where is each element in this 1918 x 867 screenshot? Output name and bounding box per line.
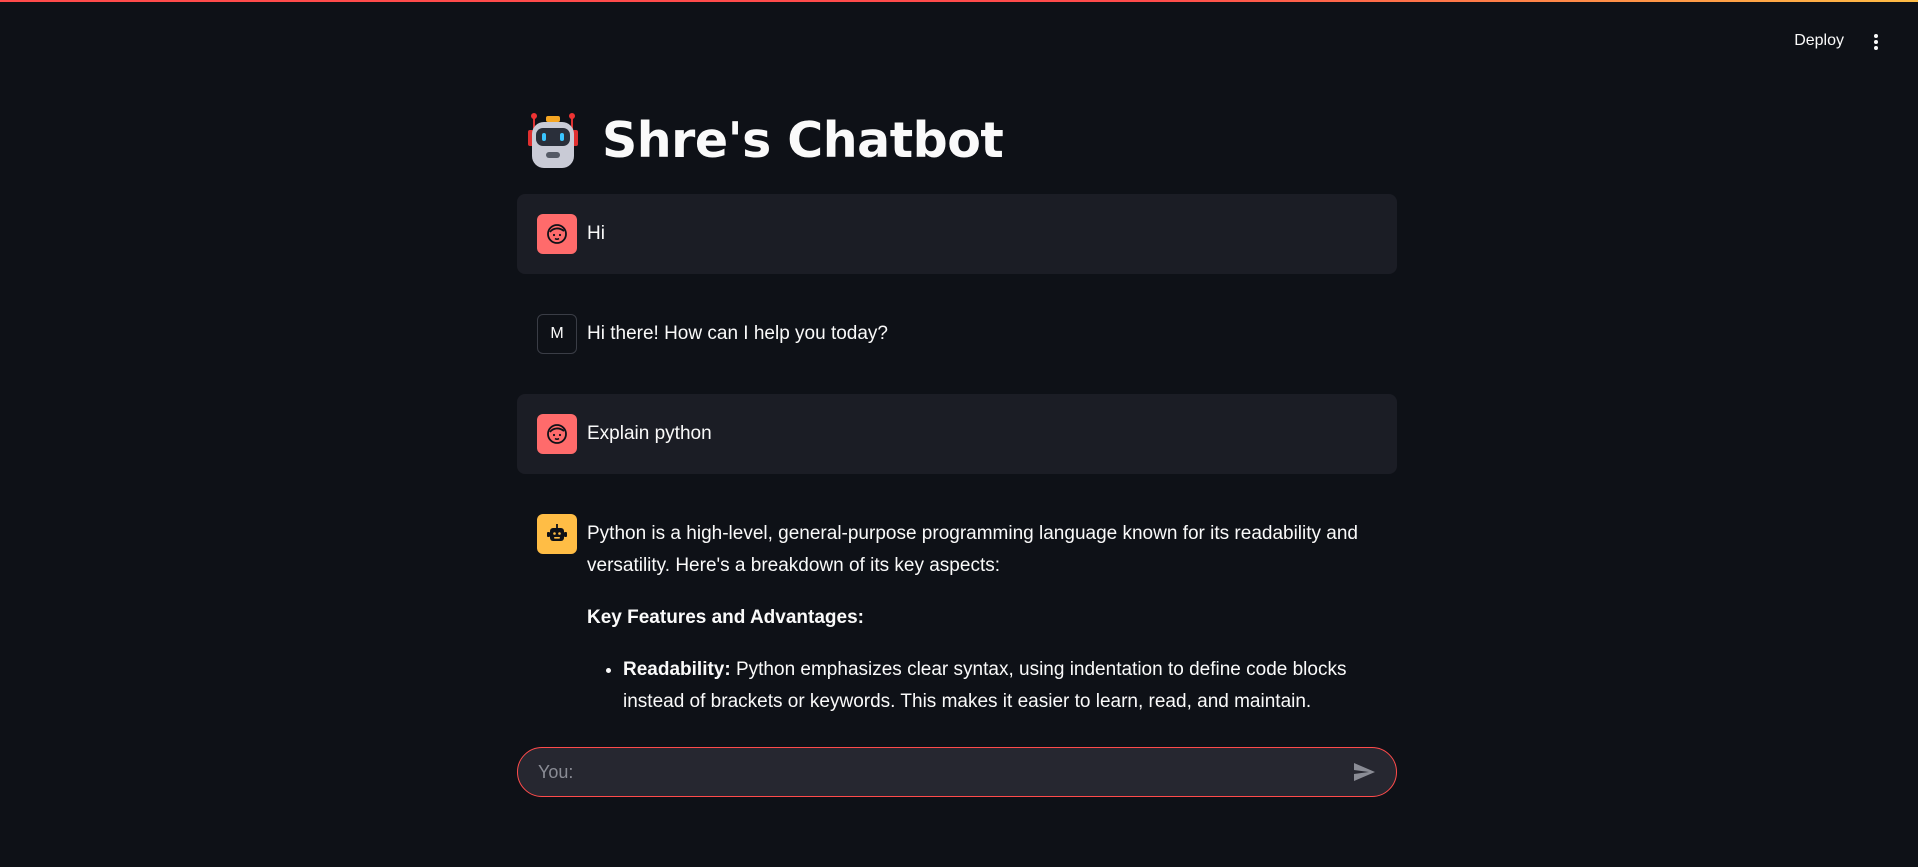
chat-message-model: M Hi there! How can I help you today? <box>517 294 1397 374</box>
chat-input-bar <box>517 747 1397 797</box>
section-heading: Key Features and Advantages: <box>587 607 864 628</box>
chat-message-user: Explain python <box>517 394 1397 474</box>
message-text: Explain python <box>587 423 712 444</box>
chat-input[interactable] <box>538 761 1350 783</box>
message-text: Hi there! How can I help you today? <box>587 323 889 344</box>
bullet-term: Readability: <box>623 659 731 680</box>
user-face-icon <box>537 414 577 454</box>
title-row: Shre's Chatbot <box>524 108 1004 172</box>
scroll-fade <box>517 712 1397 736</box>
bullet-desc: Python emphasizes clear syntax, using in… <box>623 659 1347 712</box>
kebab-menu-icon[interactable] <box>1868 30 1884 54</box>
message-text: Python is a high-level, general-purpose … <box>587 514 1377 718</box>
chat-message-assistant: Python is a high-level, general-purpose … <box>517 494 1397 728</box>
bullet-list: Readability: Python emphasizes clear syn… <box>587 654 1377 718</box>
chat-history[interactable]: Hi M Hi there! How can I help you today?… <box>517 194 1397 728</box>
model-avatar: M <box>537 314 577 354</box>
page-title: Shre's Chatbot <box>602 111 1004 169</box>
deploy-button[interactable]: Deploy <box>1788 28 1850 54</box>
robot-emoji-icon <box>528 113 578 168</box>
message-text: Hi <box>587 223 605 244</box>
send-arrow-icon[interactable] <box>1350 758 1378 786</box>
user-face-icon <box>537 214 577 254</box>
chat-message-user: Hi <box>517 194 1397 274</box>
bot-face-icon <box>537 514 577 554</box>
assistant-intro: Python is a high-level, general-purpose … <box>587 523 1359 576</box>
list-item: Readability: Python emphasizes clear syn… <box>623 654 1377 718</box>
app-header: Deploy <box>0 0 1918 86</box>
